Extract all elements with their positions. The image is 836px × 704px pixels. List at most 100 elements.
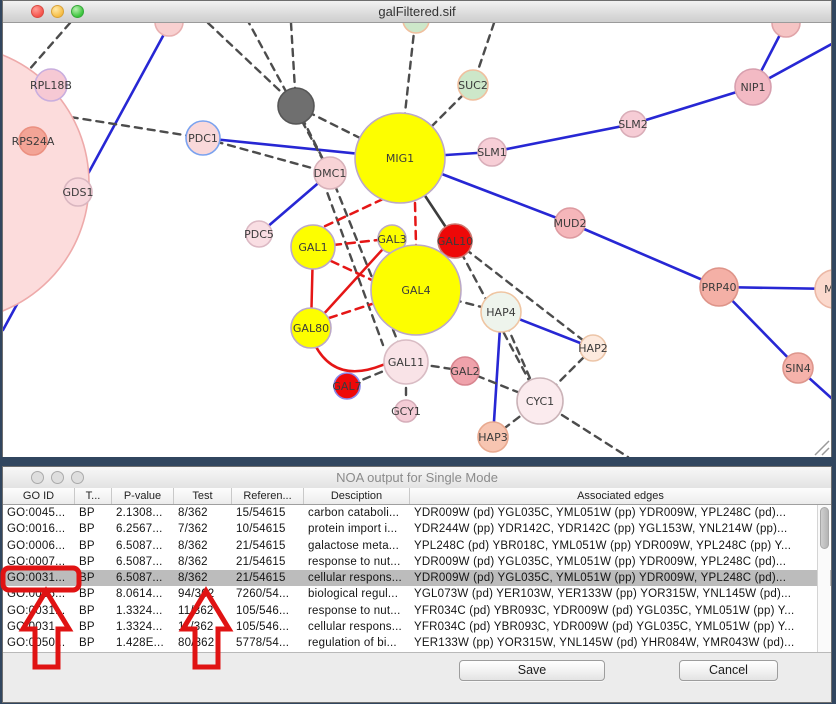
- network-window-title: galFiltered.sif: [3, 1, 831, 22]
- node-mud2[interactable]: MUD2: [553, 208, 586, 238]
- node-gcy1[interactable]: GCY1: [391, 400, 421, 422]
- table-row[interactable]: GO:0031...BP1.3324...11/362105/546...res…: [3, 603, 831, 619]
- table-scrollbar[interactable]: [817, 505, 830, 652]
- node-gal7[interactable]: GAL7: [332, 373, 361, 399]
- cell-type: BP: [75, 635, 112, 651]
- node-dmc1[interactable]: DMC1: [314, 157, 347, 189]
- node-gal2[interactable]: GAL2: [450, 357, 479, 385]
- node-hap2[interactable]: HAP2: [578, 335, 607, 361]
- node-slm2[interactable]: SLM2: [618, 111, 648, 137]
- cell-test: 94/362: [174, 586, 232, 602]
- cell-edges: YFR034C (pd) YBR093C, YDR009W (pd) YGL03…: [410, 603, 831, 619]
- edge-pp[interactable]: [492, 124, 633, 152]
- cell-reference: 21/54615: [232, 554, 304, 570]
- cell-type: BP: [75, 521, 112, 537]
- cell-reference: 21/54615: [232, 570, 304, 586]
- cell-p-value: 8.0614...: [112, 586, 174, 602]
- cell-edges: YER133W (pp) YOR315W, YNL145W (pd) YHR08…: [410, 635, 831, 651]
- column-header-type[interactable]: T...: [75, 488, 112, 504]
- column-header-reference[interactable]: Referen...: [232, 488, 304, 504]
- cell-type: BP: [75, 619, 112, 635]
- table-row[interactable]: GO:0016...BP6.2567...7/36210/54615protei…: [3, 521, 831, 537]
- cell-test: 8/362: [174, 505, 232, 521]
- node-gray-node[interactable]: [278, 88, 314, 124]
- cell-edges: YDR244W (pp) YDR142C, YDR142C (pp) YGL15…: [410, 521, 831, 537]
- node-gal11[interactable]: GAL11: [384, 340, 428, 384]
- cell-p-value: 1.3324...: [112, 619, 174, 635]
- node-gal1[interactable]: GAL1: [291, 225, 335, 269]
- column-header-edges[interactable]: Associated edges: [410, 488, 831, 504]
- node-msi[interactable]: MSI: [815, 270, 831, 308]
- button-panel: Save Cancel: [3, 652, 831, 702]
- network-window-titlebar[interactable]: galFiltered.sif: [3, 1, 831, 23]
- cell-go-id: GO:0031...: [3, 570, 75, 586]
- node-gal80[interactable]: GAL80: [291, 308, 331, 348]
- cell-go-id: GO:0007...: [3, 554, 75, 570]
- window-noa-output: NOA output for Single Mode GO IDT...P-va…: [2, 466, 832, 703]
- scrollbar-thumb[interactable]: [820, 507, 829, 549]
- table-row[interactable]: GO:0065...BP8.0614...94/3627260/54...bio…: [3, 586, 831, 602]
- cell-p-value: 6.2567...: [112, 521, 174, 537]
- edge-pp[interactable]: [570, 223, 719, 287]
- resize-grip-icon[interactable]: [815, 441, 829, 455]
- node-topgreen[interactable]: [403, 23, 429, 33]
- column-header-go-id[interactable]: GO ID: [3, 488, 75, 504]
- cell-description: cellular respons...: [304, 619, 410, 635]
- edge-red-dashed[interactable]: [321, 199, 383, 228]
- cell-reference: 105/546...: [232, 603, 304, 619]
- node-nip1[interactable]: NIP1: [735, 69, 771, 105]
- cell-description: cellular respons...: [304, 570, 410, 586]
- save-button[interactable]: Save: [459, 660, 605, 681]
- window-network-view: galFiltered.sif RPL18BRPS24AGDS1PDC1PDC5…: [2, 0, 832, 457]
- network-canvas[interactable]: RPL18BRPS24AGDS1PDC1PDC5DMC1MIG1SUC2SLM1…: [3, 23, 831, 457]
- table-row[interactable]: GO:0031...BP1.3324...11/362105/546...cel…: [3, 619, 831, 635]
- column-header-description[interactable]: Desciption: [304, 488, 410, 504]
- node-pdc1[interactable]: PDC1: [186, 121, 220, 155]
- node-toppink2[interactable]: [772, 23, 800, 37]
- cancel-button[interactable]: Cancel: [679, 660, 778, 681]
- cell-edges: YFR034C (pd) YBR093C, YDR009W (pd) YGL03…: [410, 619, 831, 635]
- cell-description: protein import i...: [304, 521, 410, 537]
- node-slm1[interactable]: SLM1: [477, 138, 507, 166]
- cell-test: 8/362: [174, 570, 232, 586]
- edge-pp[interactable]: [633, 87, 753, 124]
- noa-window-titlebar[interactable]: NOA output for Single Mode: [3, 467, 831, 489]
- edge-red-dashed[interactable]: [415, 203, 416, 245]
- edge-dashed[interactable]: [28, 23, 70, 71]
- edge-dashed[interactable]: [455, 241, 593, 348]
- table-row[interactable]: GO:0006...BP6.5087...8/36221/54615galact…: [3, 538, 831, 554]
- column-header-p-value[interactable]: P-value: [112, 488, 174, 504]
- cell-p-value: 1.3324...: [112, 603, 174, 619]
- cell-p-value: 2.1308...: [112, 505, 174, 521]
- cell-go-id: GO:0016...: [3, 521, 75, 537]
- node-prp40[interactable]: PRP40: [700, 268, 738, 306]
- node-toppink1[interactable]: [155, 23, 183, 36]
- table-body: GO:0045...BP2.1308...8/36215/54615carbon…: [3, 505, 831, 652]
- edge-red[interactable]: [315, 345, 385, 371]
- node-gal4[interactable]: GAL4: [371, 245, 461, 335]
- table-row[interactable]: GO:0045...BP2.1308...8/36215/54615carbon…: [3, 505, 831, 521]
- edge-red-dashed[interactable]: [329, 304, 372, 318]
- node-mig1[interactable]: MIG1: [355, 113, 445, 203]
- cell-test: 8/362: [174, 554, 232, 570]
- cell-edges: YGL073W (pd) YER103W, YER133W (pp) YOR31…: [410, 586, 831, 602]
- cell-reference: 15/54615: [232, 505, 304, 521]
- cell-description: galactose meta...: [304, 538, 410, 554]
- cell-type: BP: [75, 570, 112, 586]
- cell-go-id: GO:0031...: [3, 619, 75, 635]
- edge-red-dashed[interactable]: [333, 240, 378, 245]
- edge-dashed[interactable]: [323, 181, 383, 345]
- node-sin4[interactable]: SIN4: [783, 353, 813, 383]
- cell-description: carbon cataboli...: [304, 505, 410, 521]
- node-hap4[interactable]: HAP4: [481, 292, 521, 332]
- node-cyc1[interactable]: CYC1: [517, 378, 563, 424]
- column-header-test[interactable]: Test: [174, 488, 232, 504]
- node-gds1[interactable]: GDS1: [63, 178, 94, 206]
- table-row[interactable]: GO:0007...BP6.5087...8/36221/54615respon…: [3, 554, 831, 570]
- table-row[interactable]: GO:0050...BP1.428E...80/3625778/54...reg…: [3, 635, 831, 651]
- cell-test: 11/362: [174, 603, 232, 619]
- table-row[interactable]: GO:0031...BP6.5087...8/36221/54615cellul…: [3, 570, 831, 586]
- node-hap3[interactable]: HAP3: [478, 422, 508, 452]
- node-suc2[interactable]: SUC2: [458, 70, 488, 100]
- cell-type: BP: [75, 586, 112, 602]
